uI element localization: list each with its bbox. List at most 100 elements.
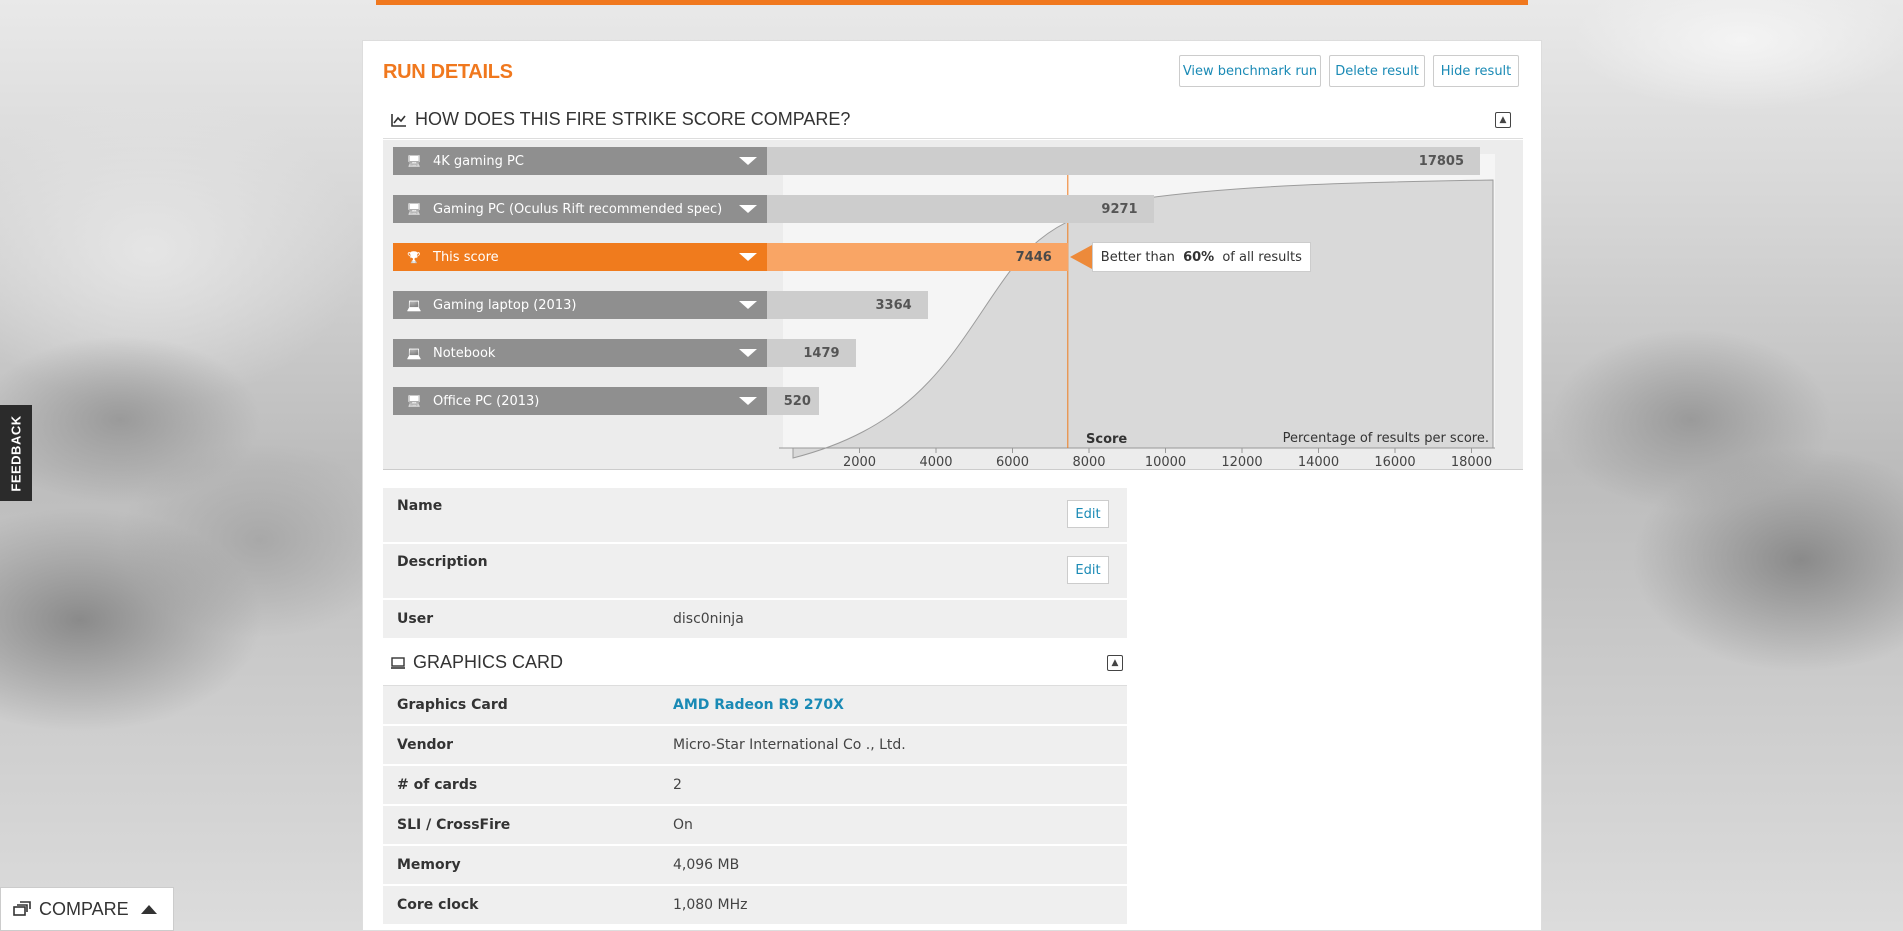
edit-name-button[interactable]: Edit — [1067, 500, 1109, 528]
graphics-card-row-label: Vendor — [397, 737, 454, 753]
caret-down-icon[interactable] — [739, 157, 757, 165]
graphics-card-row: Core clock 1,080 MHz — [383, 886, 1127, 926]
score-axis-label: Score — [1086, 432, 1127, 447]
view-benchmark-run-button[interactable]: View benchmark run — [1179, 55, 1321, 87]
comparison-bar: 17805 — [767, 147, 1481, 175]
comparison-bar: 9271 — [767, 195, 1154, 223]
comparison-bar: 520 — [767, 387, 819, 415]
graphics-card-row-value: 1,080 MHz — [673, 897, 748, 913]
graphics-card-row-label: Core clock — [397, 897, 479, 913]
bar-value-label: 9271 — [1101, 201, 1138, 217]
description-row: Description Edit — [383, 544, 1127, 600]
user-label: User — [397, 611, 434, 627]
graphics-card-title: GRAPHICS CARD — [413, 652, 564, 672]
graphics-card-row: # of cards 2 — [383, 766, 1127, 806]
edit-description-button[interactable]: Edit — [1067, 556, 1109, 584]
collapse-icon[interactable]: ▲ — [1107, 655, 1123, 671]
graphics-card-row-label: Memory — [397, 857, 461, 873]
comparison-row-label: This score — [433, 249, 499, 265]
monitor-icon: 🖥 — [406, 394, 422, 408]
comparison-row-label: 4K gaming PC — [433, 153, 524, 169]
compare-section-header: HOW DOES THIS FIRE STRIKE SCORE COMPARE?… — [383, 101, 1523, 139]
graphics-card-row: Vendor Micro-Star International Co ., Ltd… — [383, 726, 1127, 766]
comparison-row-label: Gaming PC (Oculus Rift recommended spec) — [433, 201, 723, 217]
caret-down-icon[interactable] — [739, 301, 757, 309]
graphics-card-row-label: Graphics Card — [397, 697, 508, 713]
graphics-card-row-value: Micro-Star International Co ., Ltd. — [673, 737, 906, 753]
graphics-card-row-value: On — [673, 817, 693, 833]
chevron-up-icon — [140, 904, 157, 914]
comparison-row-selector[interactable]: 💻 Notebook — [393, 339, 767, 367]
trophy-icon: 🏆 — [407, 250, 421, 264]
monitor-icon: 🖥 — [406, 202, 422, 216]
compare-label: COMPARE — [39, 898, 129, 919]
this-score-bar: 7446 — [767, 243, 1068, 271]
delete-result-button[interactable]: Delete result — [1329, 55, 1425, 87]
hide-result-button[interactable]: Hide result — [1433, 55, 1519, 87]
x-tick-label: 16000 — [1374, 455, 1415, 470]
name-label: Name — [397, 498, 443, 514]
caret-down-icon[interactable] — [739, 253, 757, 261]
feedback-label: FEEDBACK — [8, 414, 24, 492]
comparison-row-selector[interactable]: 🖥 4K gaming PC — [393, 147, 767, 175]
graphics-card-row-value: 4,096 MB — [673, 857, 740, 873]
graphics-card-row-label: # of cards — [397, 777, 478, 793]
caret-down-icon[interactable] — [739, 349, 757, 357]
details-table: Name Edit Description Edit User disc0nin… — [383, 488, 1127, 926]
comparison-bar: 3364 — [767, 291, 928, 319]
x-tick-label: 14000 — [1298, 455, 1339, 470]
caret-down-icon[interactable] — [739, 205, 757, 213]
laptop-icon: 💻 — [406, 298, 422, 312]
bar-value-label: 520 — [783, 393, 811, 409]
x-tick-label: 12000 — [1221, 455, 1262, 470]
comparison-row-label: Office PC (2013) — [433, 393, 540, 409]
background-left — [0, 0, 362, 931]
percentile-tooltip: Better than 60% of all results — [1091, 242, 1311, 272]
x-tick-label: 18000 — [1451, 455, 1492, 470]
graphics-card-row-label: SLI / CrossFire — [397, 817, 511, 833]
tooltip-percent: 60% — [1183, 249, 1215, 265]
compare-section-title: HOW DOES THIS FIRE STRIKE SCORE COMPARE? — [415, 109, 851, 129]
graphics-card-row: SLI / CrossFire On — [383, 806, 1127, 846]
x-tick-label: 10000 — [1145, 455, 1186, 470]
x-tick-label: 2000 — [843, 455, 876, 470]
bar-value-label: 17805 — [1418, 153, 1465, 169]
description-label: Description — [397, 554, 488, 570]
monitor-icon: 🖥 — [406, 154, 422, 168]
comparison-row-label: Gaming laptop (2013) — [433, 297, 577, 313]
laptop-icon: 💻 — [406, 346, 422, 360]
comparison-bar: 1479 — [767, 339, 856, 367]
tooltip-pointer — [1069, 245, 1092, 269]
graphics-card-header: GRAPHICS CARD ▲ — [383, 640, 1127, 686]
user-row: User disc0ninja — [383, 600, 1127, 640]
comparison-row-label: Notebook — [433, 345, 496, 361]
tooltip-prefix: Better than — [1100, 249, 1180, 265]
comparison-row-selector[interactable]: 🏆 This score — [393, 243, 767, 271]
name-row: Name Edit — [383, 488, 1127, 544]
graphics-card-row-value[interactable]: AMD Radeon R9 270X — [673, 697, 1127, 713]
x-tick-label: 6000 — [996, 455, 1029, 470]
x-tick-label: 4000 — [919, 455, 952, 470]
collapse-icon[interactable]: ▲ — [1495, 112, 1511, 128]
graphics-card-row: Memory 4,096 MB — [383, 846, 1127, 886]
caret-down-icon[interactable] — [739, 397, 757, 405]
compare-drawer-button[interactable]: COMPARE — [0, 887, 174, 931]
run-details-panel: RUN DETAILS View benchmark run Delete re… — [362, 40, 1542, 931]
line-chart-icon — [391, 113, 407, 127]
distribution-label: Percentage of results per score. — [1283, 431, 1489, 446]
comparison-row-selector[interactable]: 🖥 Gaming PC (Oculus Rift recommended spec… — [393, 195, 767, 223]
bar-value-label: 1479 — [803, 345, 840, 361]
score-comparison-chart: 2000 4000 6000 8000 10000 12000 14000 16000 1800… — [383, 140, 1523, 470]
page-title: RUN DETAILS — [383, 61, 513, 83]
graphics-card-row: Graphics Card AMD Radeon R9 270X — [383, 686, 1127, 726]
feedback-tab[interactable]: FEEDBACK — [0, 405, 32, 501]
background-right — [1541, 0, 1903, 931]
top-accent-bar — [376, 0, 1528, 5]
bar-value-label: 3364 — [875, 297, 912, 313]
bar-value-label: 7446 — [1015, 249, 1052, 265]
monitor-icon — [391, 656, 405, 669]
comparison-row-selector[interactable]: 💻 Gaming laptop (2013) — [393, 291, 767, 319]
comparison-row-selector[interactable]: 🖥 Office PC (2013) — [393, 387, 767, 415]
graphics-card-row-value: 2 — [673, 777, 682, 793]
tooltip-suffix: of all results — [1218, 249, 1302, 265]
